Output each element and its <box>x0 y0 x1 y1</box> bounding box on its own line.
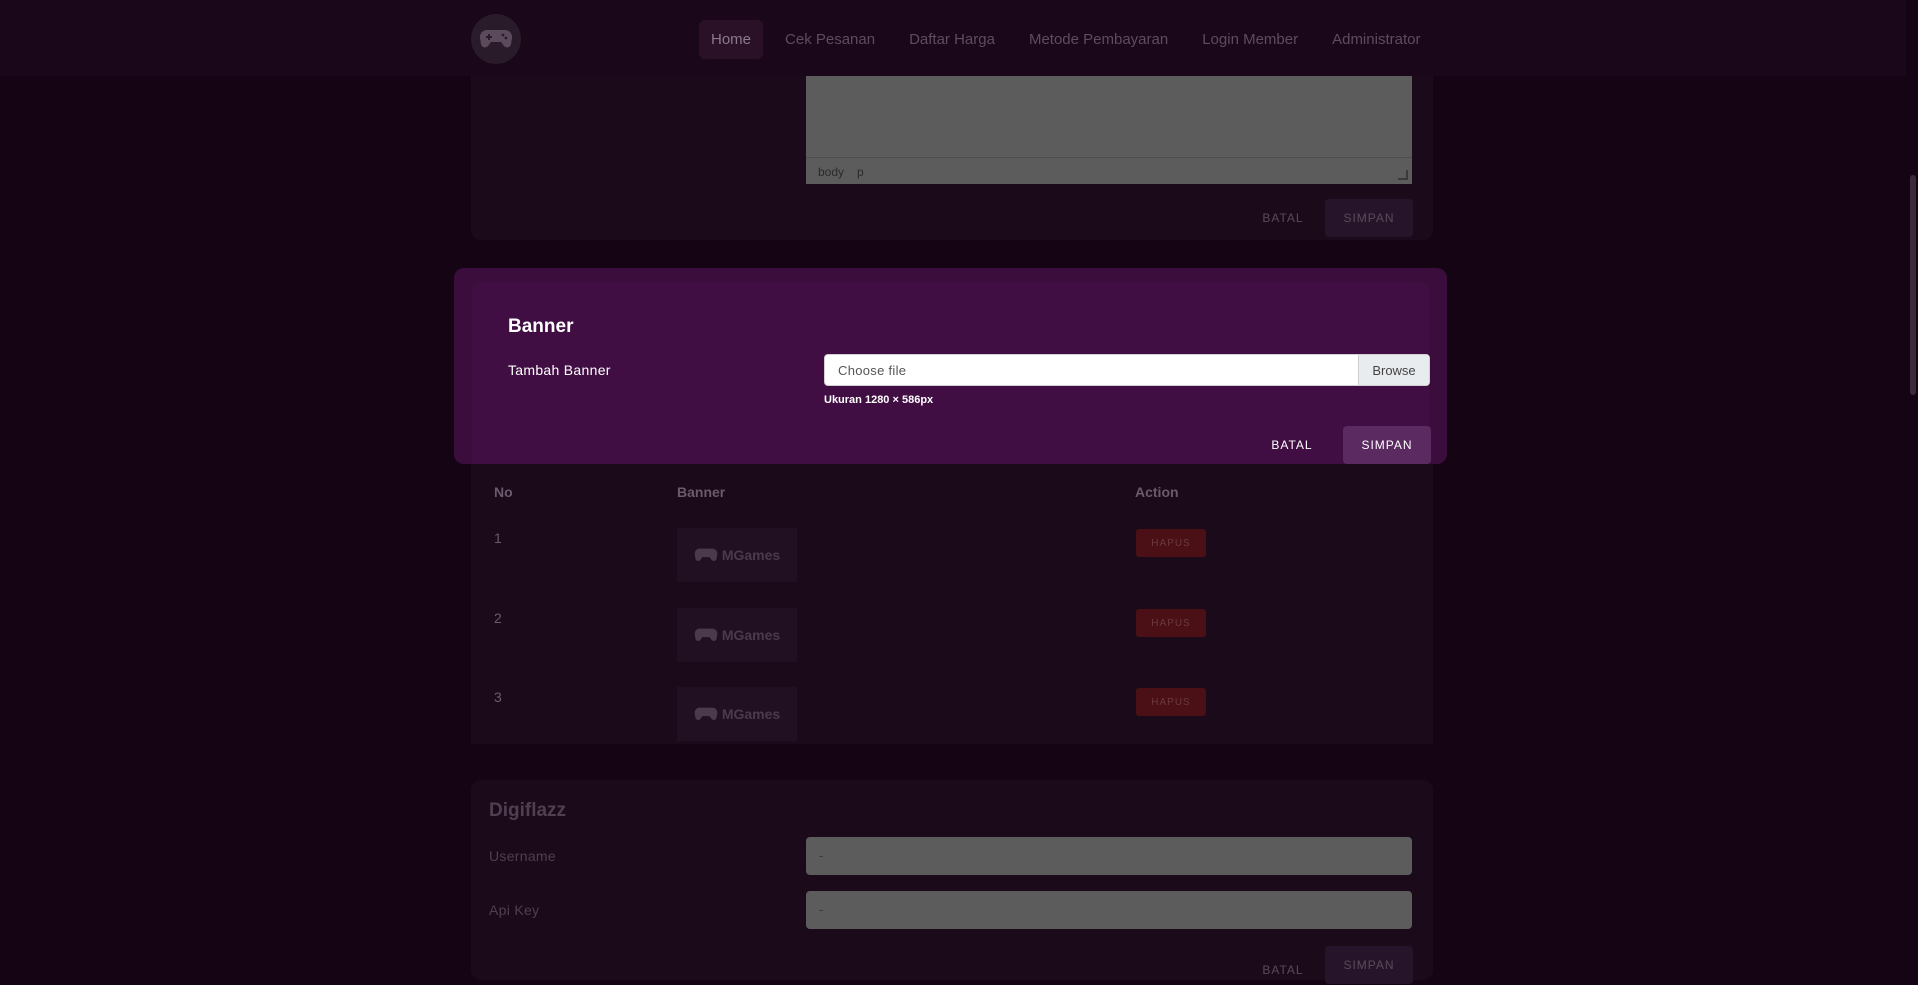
row-number: 3 <box>494 689 502 705</box>
gamepad-icon <box>479 29 513 48</box>
username-value: - <box>819 848 824 863</box>
apikey-field[interactable]: - <box>806 891 1412 929</box>
browse-button[interactable]: Browse <box>1358 355 1429 385</box>
digiflazz-save-button[interactable]: SIMPAN <box>1325 946 1413 984</box>
nav-administrator[interactable]: Administrator <box>1320 20 1432 59</box>
delete-button[interactable]: HAPUS <box>1136 529 1206 557</box>
delete-button[interactable]: HAPUS <box>1136 688 1206 716</box>
banner-cancel-button[interactable]: BATAL <box>1262 427 1322 463</box>
banner-table: No Banner Action 1 MGames HAPUS 2 MGames… <box>471 464 1433 744</box>
nav-daftar-harga[interactable]: Daftar Harga <box>897 20 1007 59</box>
apikey-label: Api Key <box>489 902 540 918</box>
row-number: 2 <box>494 610 502 626</box>
file-placeholder: Choose file <box>838 363 907 378</box>
banner-image-text: MGames <box>721 627 781 643</box>
column-header-banner: Banner <box>677 484 726 500</box>
nav-cek-pesanan[interactable]: Cek Pesanan <box>773 20 887 59</box>
banner-title: Banner <box>508 316 574 337</box>
nav-home[interactable]: Home <box>699 20 764 59</box>
nav-login-member[interactable]: Login Member <box>1190 20 1310 59</box>
status-path-p[interactable]: p <box>857 165 864 179</box>
scrollbar-thumb[interactable] <box>1910 175 1916 395</box>
digiflazz-panel: Digiflazz Username - Api Key - BATAL SIM… <box>471 780 1433 984</box>
banner-thumbnail: MGames <box>677 608 797 662</box>
banner-image-text: MGames <box>721 547 781 563</box>
save-button[interactable]: SIMPAN <box>1325 199 1413 237</box>
rich-text-editor[interactable]: body p <box>806 76 1412 184</box>
gamepad-icon <box>694 628 718 641</box>
status-path-body[interactable]: body <box>818 165 844 179</box>
column-header-action: Action <box>1135 484 1179 500</box>
page-scrollbar[interactable] <box>1906 0 1918 965</box>
gamepad-icon <box>694 707 718 720</box>
delete-button[interactable]: HAPUS <box>1136 609 1206 637</box>
banner-form-card: Banner Tambah Banner Choose file Browse … <box>454 268 1447 464</box>
gamepad-icon <box>694 548 718 561</box>
banner-image-text: MGames <box>721 706 781 722</box>
banner-thumbnail: MGames <box>677 528 797 582</box>
banner-size-hint: Ukuran 1280 × 586px <box>824 394 934 406</box>
banner-thumbnail: MGames <box>677 687 797 741</box>
username-label: Username <box>489 848 556 864</box>
column-header-no: No <box>494 484 513 500</box>
banner-file-input[interactable]: Choose file Browse <box>824 354 1430 386</box>
cancel-button[interactable]: BATAL <box>1253 203 1313 233</box>
main-nav: Home Cek Pesanan Daftar Harga Metode Pem… <box>699 20 1442 59</box>
digiflazz-cancel-button[interactable]: BATAL <box>1253 955 1313 985</box>
username-field[interactable]: - <box>806 837 1412 875</box>
banner-save-button[interactable]: SIMPAN <box>1343 426 1431 464</box>
resize-handle[interactable] <box>1398 170 1408 180</box>
editor-statusbar: body p <box>806 157 1412 184</box>
nav-metode-pembayaran[interactable]: Metode Pembayaran <box>1017 20 1180 59</box>
banner-form-body: Banner Tambah Banner Choose file Browse … <box>472 282 1431 464</box>
apikey-value: - <box>819 902 824 917</box>
add-banner-label: Tambah Banner <box>508 362 611 378</box>
top-navbar: Home Cek Pesanan Daftar Harga Metode Pem… <box>0 0 1906 76</box>
site-logo[interactable] <box>471 14 521 64</box>
row-number: 1 <box>494 530 502 546</box>
digiflazz-title: Digiflazz <box>489 800 567 821</box>
